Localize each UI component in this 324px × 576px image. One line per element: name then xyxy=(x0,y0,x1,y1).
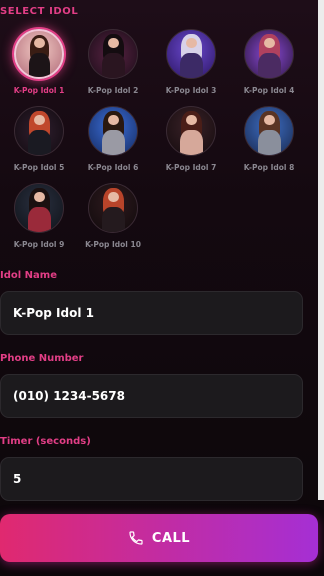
idol-name-label: Idol Name xyxy=(0,270,57,281)
idol-name-field[interactable]: K-Pop Idol 1 xyxy=(0,291,303,335)
idol-grid: K-Pop Idol 1 K-Pop Idol 2 K-Pop Idol 3 K… xyxy=(0,24,318,254)
call-button[interactable]: CALL xyxy=(0,514,318,562)
idol-name: K-Pop Idol 9 xyxy=(13,240,65,249)
idol-name: K-Pop Idol 6 xyxy=(87,163,139,172)
idol-item-1[interactable]: K-Pop Idol 1 xyxy=(0,24,78,100)
app-screen: SELECT IDOL K-Pop Idol 1 K-Pop Idol 2 K-… xyxy=(0,0,324,576)
idol-avatar xyxy=(244,29,294,79)
timer-label: Timer (seconds) xyxy=(0,436,91,447)
idol-avatar xyxy=(244,106,294,156)
idol-name: K-Pop Idol 5 xyxy=(13,163,65,172)
idol-avatar xyxy=(88,106,138,156)
idol-item-10[interactable]: K-Pop Idol 10 xyxy=(74,178,152,254)
idol-item-8[interactable]: K-Pop Idol 8 xyxy=(230,101,308,177)
idol-avatar xyxy=(88,183,138,233)
section-title: SELECT IDOL xyxy=(0,6,79,17)
idol-item-3[interactable]: K-Pop Idol 3 xyxy=(152,24,230,100)
phone-number-field[interactable]: (010) 1234-5678 xyxy=(0,374,303,418)
idol-avatar xyxy=(14,106,64,156)
idol-avatar xyxy=(166,106,216,156)
idol-name: K-Pop Idol 8 xyxy=(243,163,295,172)
scrollbar-thumb[interactable] xyxy=(318,0,324,500)
idol-name: K-Pop Idol 7 xyxy=(165,163,217,172)
idol-avatar xyxy=(14,29,64,79)
idol-item-2[interactable]: K-Pop Idol 2 xyxy=(74,24,152,100)
call-button-label: CALL xyxy=(151,530,191,546)
phone-number-label: Phone Number xyxy=(0,353,84,364)
idol-item-9[interactable]: K-Pop Idol 9 xyxy=(0,178,78,254)
idol-item-6[interactable]: K-Pop Idol 6 xyxy=(74,101,152,177)
phone-icon xyxy=(129,531,143,545)
idol-avatar xyxy=(88,29,138,79)
idol-name: K-Pop Idol 3 xyxy=(165,86,217,95)
idol-name: K-Pop Idol 2 xyxy=(87,86,139,95)
idol-name: K-Pop Idol 1 xyxy=(13,86,65,95)
timer-field[interactable]: 5 xyxy=(0,457,303,501)
idol-avatar xyxy=(166,29,216,79)
idol-name: K-Pop Idol 4 xyxy=(243,86,295,95)
idol-name: K-Pop Idol 10 xyxy=(85,240,141,249)
idol-item-4[interactable]: K-Pop Idol 4 xyxy=(230,24,308,100)
idol-avatar xyxy=(14,183,64,233)
idol-item-5[interactable]: K-Pop Idol 5 xyxy=(0,101,78,177)
idol-item-7[interactable]: K-Pop Idol 7 xyxy=(152,101,230,177)
